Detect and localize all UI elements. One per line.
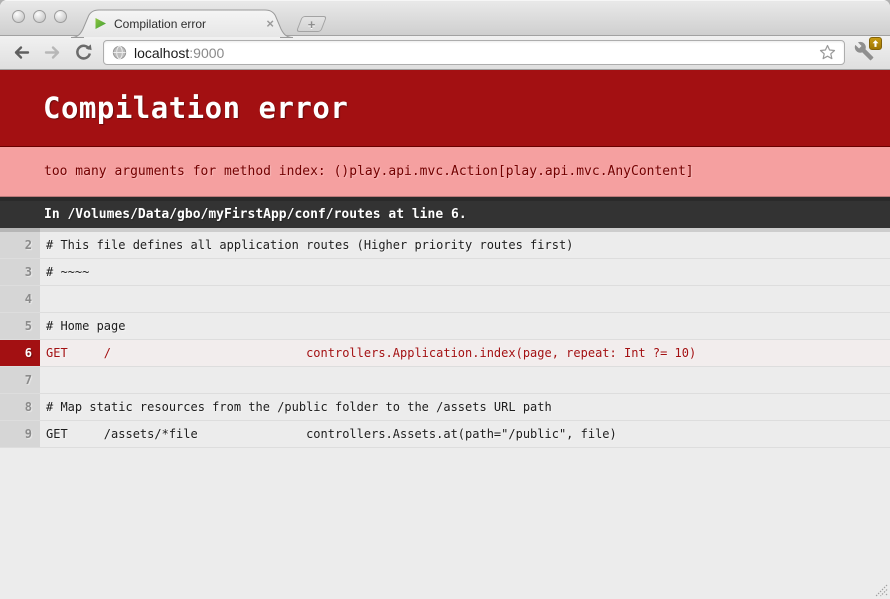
line-code: # Map static resources from the /public … bbox=[40, 394, 890, 420]
line-number: 3 bbox=[0, 259, 40, 285]
minimize-button[interactable] bbox=[33, 10, 46, 23]
line-number: 9 bbox=[0, 421, 40, 447]
url-port: :9000 bbox=[189, 45, 224, 61]
code-line-4: 4 bbox=[0, 286, 890, 313]
tab-strip: Compilation error × + bbox=[0, 0, 890, 36]
line-number: 8 bbox=[0, 394, 40, 420]
tab-close-icon[interactable]: × bbox=[264, 17, 276, 30]
page-title: Compilation error bbox=[0, 70, 890, 147]
error-page: Compilation error too many arguments for… bbox=[0, 70, 890, 448]
code-line-3: 3# ~~~~ bbox=[0, 259, 890, 286]
navigation-toolbar: localhost:9000 bbox=[0, 36, 890, 70]
line-code: # Home page bbox=[40, 313, 890, 339]
line-number: 5 bbox=[0, 313, 40, 339]
bookmark-star-icon[interactable] bbox=[819, 44, 836, 61]
tab-compilation-error[interactable]: Compilation error × bbox=[70, 9, 294, 38]
forward-button[interactable] bbox=[41, 42, 63, 64]
reload-icon bbox=[74, 43, 93, 62]
line-code: # This file defines all application rout… bbox=[40, 228, 890, 258]
up-arrow-icon bbox=[871, 39, 880, 48]
error-location: In /Volumes/Data/gbo/myFirstApp/conf/rou… bbox=[0, 197, 890, 228]
close-button[interactable] bbox=[12, 10, 25, 23]
code-line-8: 8# Map static resources from the /public… bbox=[0, 394, 890, 421]
menu-button[interactable] bbox=[854, 40, 880, 66]
code-line-9: 9GET /assets/*file controllers.Assets.at… bbox=[0, 421, 890, 448]
address-bar[interactable]: localhost:9000 bbox=[103, 40, 845, 65]
line-code bbox=[40, 286, 890, 312]
back-button[interactable] bbox=[10, 42, 32, 64]
line-code: GET / controllers.Application.index(page… bbox=[40, 340, 890, 366]
error-detail: too many arguments for method index: ()p… bbox=[0, 147, 890, 197]
zoom-button[interactable] bbox=[54, 10, 67, 23]
line-number: 6 bbox=[0, 340, 40, 366]
forward-icon bbox=[43, 44, 62, 61]
code-line-7: 7 bbox=[0, 367, 890, 394]
update-available-badge bbox=[869, 37, 882, 50]
plus-icon: + bbox=[308, 18, 316, 31]
reload-button[interactable] bbox=[72, 42, 94, 64]
code-listing: 2# This file defines all application rou… bbox=[0, 228, 890, 448]
line-number: 4 bbox=[0, 286, 40, 312]
code-line-5: 5# Home page bbox=[0, 313, 890, 340]
back-icon bbox=[12, 44, 31, 61]
resize-grip[interactable] bbox=[872, 581, 888, 597]
new-tab-button[interactable]: + bbox=[296, 16, 327, 32]
globe-icon bbox=[112, 45, 127, 60]
browser-window: Compilation error × + bbox=[0, 0, 890, 599]
line-number: 7 bbox=[0, 367, 40, 393]
line-code: # ~~~~ bbox=[40, 259, 890, 285]
url-text: localhost:9000 bbox=[134, 45, 812, 61]
line-number: 2 bbox=[0, 228, 40, 258]
line-code bbox=[40, 367, 890, 393]
code-line-2: 2# This file defines all application rou… bbox=[0, 228, 890, 259]
tab-title: Compilation error bbox=[114, 17, 257, 31]
url-host: localhost bbox=[134, 45, 189, 61]
code-line-6: 6GET / controllers.Application.index(pag… bbox=[0, 340, 890, 367]
line-code: GET /assets/*file controllers.Assets.at(… bbox=[40, 421, 890, 447]
play-framework-icon bbox=[94, 17, 107, 30]
window-controls bbox=[12, 10, 67, 23]
